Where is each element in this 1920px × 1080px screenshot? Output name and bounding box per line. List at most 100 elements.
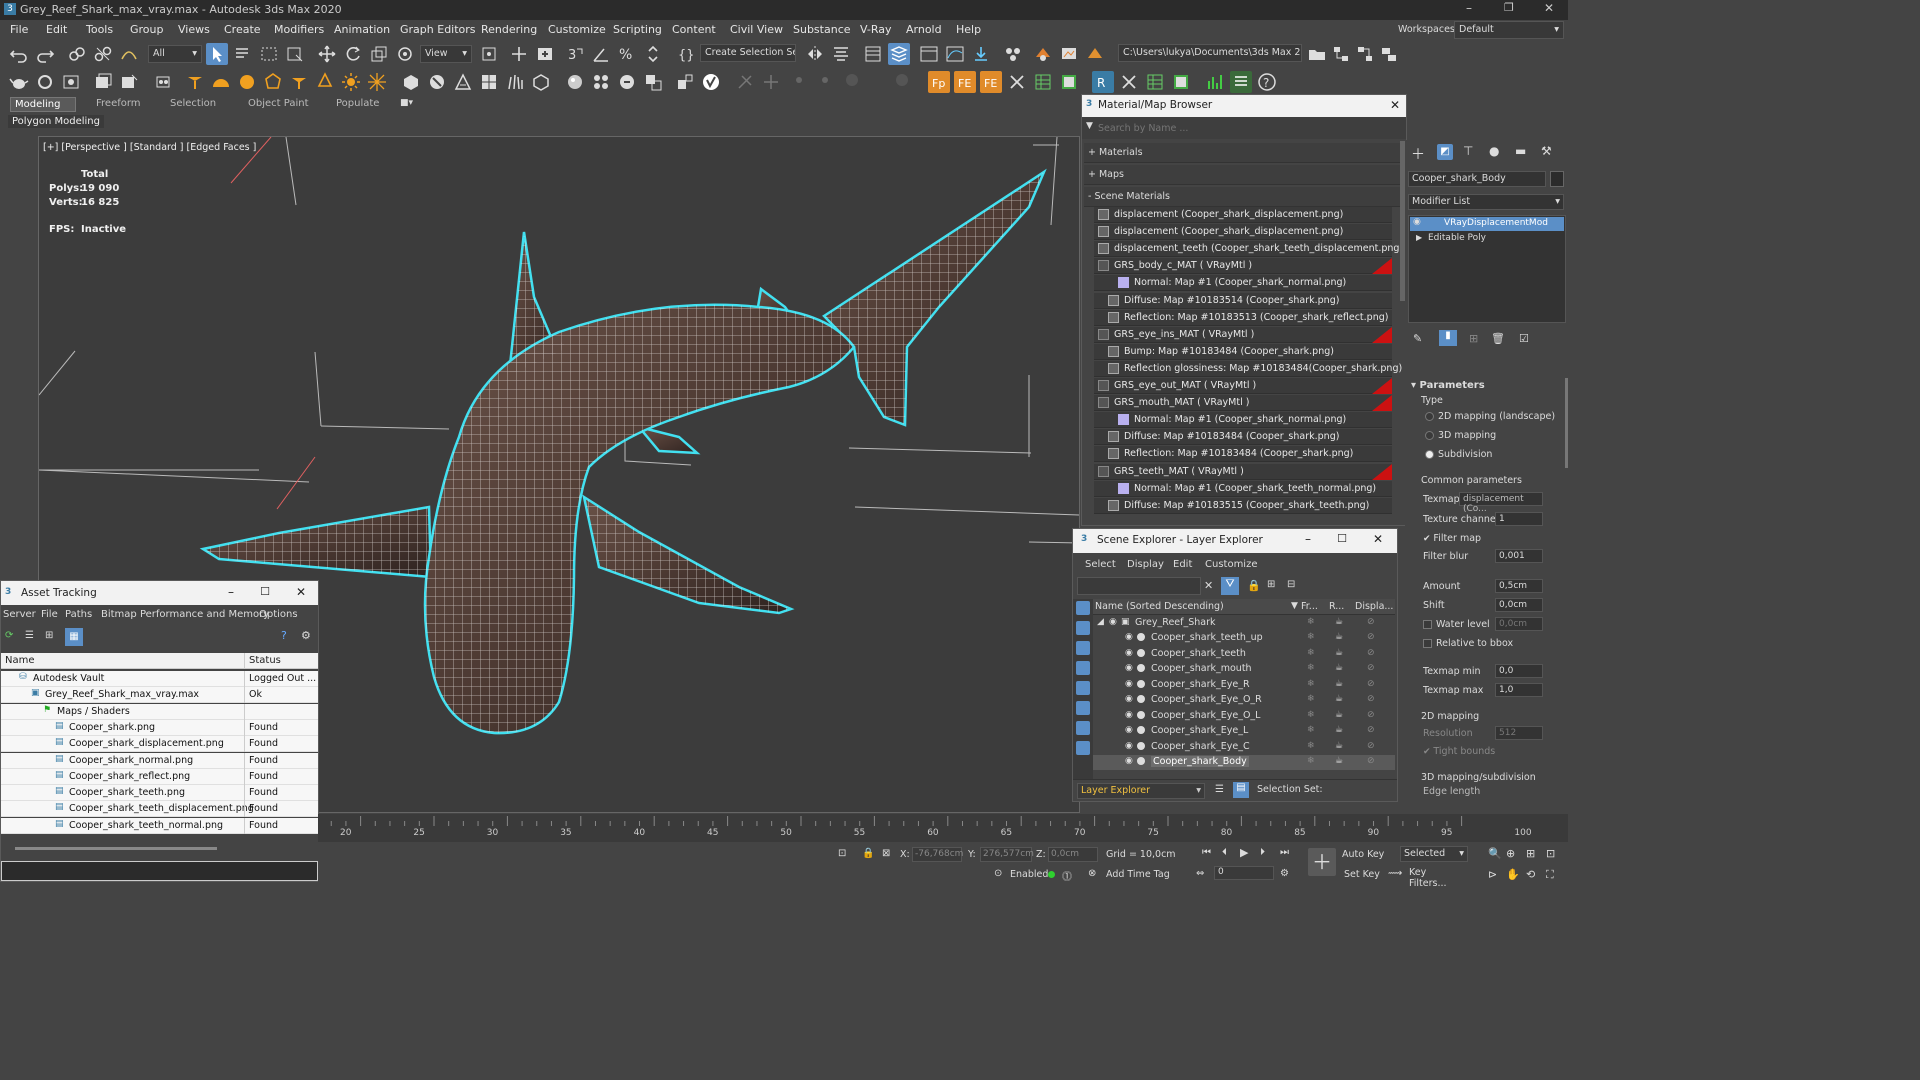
vray-sun-icon[interactable] <box>184 71 206 93</box>
project-path-dropdown[interactable]: C:\Users\lukya\Documents\3ds Max 2022▾ <box>1118 44 1302 62</box>
asset-row[interactable]: ▤ Cooper_shark_teeth_displacement.png Foun… <box>1 801 318 818</box>
hierarchy-icon[interactable]: ⊤ <box>1463 144 1473 158</box>
toggle-layer-explorer-icon[interactable] <box>888 43 910 65</box>
teapot-icon[interactable] <box>8 71 30 93</box>
unlink-icon[interactable] <box>92 43 114 65</box>
freeze-icon[interactable]: ❄ <box>1307 648 1315 658</box>
hierarchy-expand-icon[interactable]: ⊞ <box>1267 579 1275 590</box>
modify-icon[interactable]: ◩ <box>1437 144 1453 160</box>
orbit-icon[interactable]: ⟲ <box>1526 868 1535 881</box>
pivot-center-icon[interactable] <box>478 43 500 65</box>
ribbon-tab-object-paint[interactable]: Object Paint <box>244 97 316 112</box>
render-icon[interactable]: ☕ <box>1335 756 1343 766</box>
vray-light-icon[interactable] <box>152 71 174 93</box>
display-lights-icon[interactable] <box>1076 641 1090 655</box>
menu-civil-view[interactable]: Civil View <box>730 23 783 36</box>
railclone-icon[interactable]: R <box>1092 71 1114 93</box>
scene-explorer-menu-edit[interactable]: Edit <box>1173 559 1192 570</box>
asset-row[interactable]: ▣ Grey_Reef_Shark_max_vray.max Ok <box>1 687 318 704</box>
render-icon[interactable]: ☕ <box>1335 617 1343 627</box>
render-icon[interactable]: ☕ <box>1335 741 1343 751</box>
texmap-button[interactable]: displacement (Co... <box>1459 492 1543 514</box>
grid-view-icon[interactable]: ▦ <box>65 628 83 646</box>
vray-spot-light-icon[interactable] <box>288 71 310 93</box>
forest-pack-library-icon[interactable]: FE <box>980 71 1002 93</box>
filter-map-checkbox[interactable]: ✔ Filter map <box>1423 533 1481 544</box>
vray-dome-light-icon[interactable] <box>210 71 232 93</box>
column-display-header[interactable]: Displa... <box>1355 601 1393 612</box>
filter-icon[interactable]: ⛛ <box>1221 577 1239 595</box>
bind-space-warp-icon[interactable] <box>118 43 140 65</box>
display-icon[interactable]: ⊘ <box>1367 741 1375 751</box>
column-render-header[interactable]: R... <box>1329 601 1344 612</box>
texmap-min-spinner[interactable]: 0,0 <box>1495 664 1543 678</box>
set-key-button[interactable]: Set Key <box>1344 869 1380 880</box>
freeze-icon[interactable]: ❄ <box>1307 710 1315 720</box>
asset-menu-paths[interactable]: Paths <box>65 609 92 620</box>
show-end-result-icon[interactable]: ▮ <box>1439 330 1457 346</box>
scale-icon[interactable] <box>368 43 390 65</box>
filter-blur-spinner[interactable]: 0,001 <box>1495 549 1543 563</box>
next-frame-icon[interactable]: ⏵ <box>1260 847 1265 858</box>
display-helpers-icon[interactable] <box>1076 681 1090 695</box>
material-list-item[interactable]: GRS_mouth_MAT ( VRayMtl ) <box>1094 395 1392 412</box>
display-icon[interactable]: ⊘ <box>1367 617 1375 627</box>
y-coordinate-field[interactable]: 276,577cm <box>980 847 1034 862</box>
menu-scripting[interactable]: Scripting <box>613 23 662 36</box>
texmap-max-spinner[interactable]: 1,0 <box>1495 683 1543 697</box>
minimize-icon[interactable]: – <box>228 585 234 599</box>
vray-physical-camera-icon[interactable] <box>400 71 422 93</box>
render-production-icon[interactable] <box>1084 43 1106 65</box>
visibility-eye-icon[interactable]: ◉ <box>1125 663 1133 673</box>
viewport-label[interactable]: [+] [Perspective ] [Standard ] [Edged Fa… <box>43 142 256 153</box>
scene-explorer-titlebar[interactable]: 3 Scene Explorer - Layer Explorer – ☐ ✕ <box>1073 529 1397 553</box>
material-list-item[interactable]: Reflection glossiness: Map #10183484(Coo… <box>1094 360 1402 377</box>
freeze-icon[interactable]: ❄ <box>1307 679 1315 689</box>
object-row[interactable]: ◉ Cooper_shark_teeth_up ❄ ☕ ⊘ <box>1093 631 1395 646</box>
display-cameras-icon[interactable] <box>1076 661 1090 675</box>
edit-named-selection-icon[interactable]: {} <box>674 43 696 65</box>
toggle-ribbon-icon[interactable] <box>918 43 940 65</box>
visibility-eye-icon[interactable]: ◉ <box>1125 710 1133 720</box>
reset-icon[interactable] <box>34 71 56 93</box>
list-icon[interactable] <box>1230 71 1252 93</box>
sky-light-icon[interactable] <box>366 71 388 93</box>
graph-icon[interactable] <box>1204 71 1226 93</box>
vray-vfb-icon[interactable] <box>642 71 664 93</box>
utilities-icon[interactable]: ⚒ <box>1541 144 1552 158</box>
display-icon[interactable]: ⊘ <box>1367 632 1375 642</box>
vray-logo-icon[interactable] <box>700 71 722 93</box>
pan-icon[interactable]: ✋ <box>1506 868 1520 881</box>
key-selection-dropdown[interactable]: Selected ▾ <box>1400 846 1468 862</box>
object-row[interactable]: ◉ Cooper_shark_Body ❄ ☕ ⊘ <box>1093 755 1395 770</box>
column-name-header[interactable]: Name (Sorted Descending) <box>1095 601 1224 612</box>
add-time-tag-button[interactable]: Add Time Tag <box>1106 869 1170 880</box>
selection-set-icon[interactable]: ▤ <box>1233 782 1249 798</box>
tight-bounds-checkbox[interactable]: ✔ Tight bounds <box>1423 746 1495 757</box>
forest-pack-icon[interactable]: Fp <box>928 71 950 93</box>
object-row[interactable]: ◉ Cooper_shark_teeth ❄ ☕ ⊘ <box>1093 647 1395 662</box>
vray-scene-converter-icon[interactable] <box>674 71 696 93</box>
previous-frame-icon[interactable]: ⏴ <box>1222 847 1227 858</box>
go-to-end-icon[interactable]: ⏭ <box>1280 847 1289 858</box>
menu-content[interactable]: Content <box>672 23 716 36</box>
reference-coordinate-dropdown[interactable]: View ▾ <box>420 45 472 63</box>
close-icon[interactable]: ✕ <box>1373 532 1383 546</box>
list-view-icon[interactable]: ☰ <box>25 630 34 641</box>
vray-proxy-icon[interactable] <box>426 71 448 93</box>
menu-arnold[interactable]: Arnold <box>906 23 942 36</box>
key-filter-icon[interactable]: ⟿ <box>1388 868 1402 879</box>
display-icon[interactable]: ⊘ <box>1367 725 1375 735</box>
window-crossing-icon[interactable] <box>284 43 306 65</box>
menu-tools[interactable]: Tools <box>86 23 113 36</box>
menu-animation[interactable]: Animation <box>334 23 390 36</box>
display-xrefs-icon[interactable] <box>1076 741 1090 755</box>
close-icon[interactable]: ✕ <box>1390 98 1400 112</box>
asset-row[interactable]: ▤ Cooper_shark_teeth_normal.png Found <box>1 817 318 834</box>
forest-pack-edit-icon[interactable]: FE <box>954 71 976 93</box>
vray-plane-icon[interactable] <box>478 71 500 93</box>
configure-modifier-sets-icon[interactable]: ☑ <box>1519 332 1529 345</box>
time-configuration-icon[interactable]: ⚙ <box>1280 868 1289 879</box>
display-icon[interactable]: ⊘ <box>1367 648 1375 658</box>
material-list-item[interactable]: Normal: Map #1 (Cooper_shark_teeth_norma… <box>1094 480 1392 497</box>
